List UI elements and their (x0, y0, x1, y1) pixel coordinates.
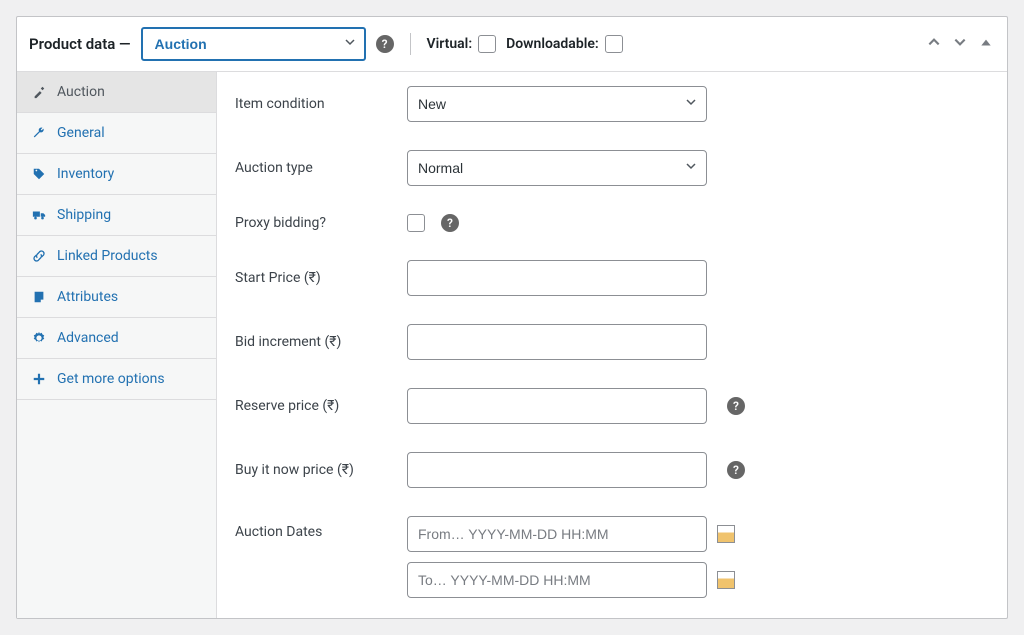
bid-increment-label: Bid increment (₹) (235, 334, 395, 350)
downloadable-checkbox[interactable] (605, 35, 623, 53)
auction-type-row: Auction type Normal (235, 150, 989, 186)
reserve-price-label: Reserve price (₹) (235, 398, 395, 414)
virtual-checkbox[interactable] (478, 35, 496, 53)
calendar-icon[interactable] (717, 571, 735, 589)
auction-date-from-input[interactable] (407, 516, 707, 552)
bid-increment-input[interactable] (407, 324, 707, 360)
tab-get-more-options[interactable]: Get more options (17, 359, 216, 400)
tab-label: Attributes (57, 289, 118, 305)
tab-inventory[interactable]: Inventory (17, 154, 216, 195)
proxy-bidding-checkbox[interactable] (407, 214, 425, 232)
auction-type-select[interactable]: Normal (407, 150, 707, 186)
help-icon[interactable]: ? (727, 461, 745, 479)
toggle-icon[interactable] (977, 33, 995, 55)
tab-auction[interactable]: Auction (17, 72, 216, 113)
start-price-label: Start Price (₹) (235, 270, 395, 286)
downloadable-label: Downloadable: (506, 36, 599, 52)
product-type-select[interactable]: Auction (141, 27, 366, 61)
auction-type-label: Auction type (235, 160, 395, 176)
reserve-price-input[interactable] (407, 388, 707, 424)
proxy-bidding-row: Proxy bidding? ? (235, 214, 989, 232)
tab-label: General (57, 125, 105, 141)
virtual-label: Virtual: (427, 36, 473, 52)
tab-label: Inventory (57, 166, 114, 182)
start-price-row: Start Price (₹) (235, 260, 989, 296)
proxy-bidding-label: Proxy bidding? (235, 215, 395, 231)
start-price-input[interactable] (407, 260, 707, 296)
hammer-icon (31, 85, 47, 99)
downloadable-checkbox-label[interactable]: Downloadable: (506, 35, 623, 53)
tag-icon (31, 167, 47, 181)
panel-body: Auction General Inventory Shipping (17, 72, 1007, 618)
product-data-tabs: Auction General Inventory Shipping (17, 72, 217, 618)
auction-date-to-input[interactable] (407, 562, 707, 598)
tab-attributes[interactable]: Attributes (17, 277, 216, 318)
tab-general[interactable]: General (17, 113, 216, 154)
tab-linked-products[interactable]: Linked Products (17, 236, 216, 277)
panel-handle-controls (925, 33, 995, 55)
tab-label: Auction (57, 84, 105, 100)
plus-icon (31, 372, 47, 386)
panel-header: Product data — Auction ? Virtual: Downlo… (17, 17, 1007, 72)
item-condition-select[interactable]: New (407, 86, 707, 122)
calendar-icon[interactable] (717, 525, 735, 543)
link-icon (31, 249, 47, 263)
move-down-icon[interactable] (951, 33, 969, 55)
product-data-panel: Product data — Auction ? Virtual: Downlo… (16, 16, 1008, 619)
auction-dates-label: Auction Dates (235, 516, 395, 540)
wrench-icon (31, 126, 47, 140)
tab-label: Get more options (57, 371, 165, 387)
bid-increment-row: Bid increment (₹) (235, 324, 989, 360)
auction-dates-row: Auction Dates (235, 516, 989, 598)
truck-icon (31, 208, 47, 222)
reserve-price-row: Reserve price (₹) ? (235, 388, 989, 424)
tab-advanced[interactable]: Advanced (17, 318, 216, 359)
tab-label: Advanced (57, 330, 119, 346)
panel-title: Product data — (29, 35, 131, 53)
tab-label: Shipping (57, 207, 111, 223)
buy-now-price-row: Buy it now price (₹) ? (235, 452, 989, 488)
note-icon (31, 290, 47, 304)
tab-label: Linked Products (57, 248, 158, 264)
tab-shipping[interactable]: Shipping (17, 195, 216, 236)
buy-now-price-input[interactable] (407, 452, 707, 488)
auction-form: Item condition New Auction type Normal (217, 72, 1007, 618)
product-type-wrapper: Auction (141, 27, 366, 61)
help-icon[interactable]: ? (441, 214, 459, 232)
item-condition-row: Item condition New (235, 86, 989, 122)
item-condition-label: Item condition (235, 96, 395, 112)
divider (410, 33, 411, 55)
move-up-icon[interactable] (925, 33, 943, 55)
virtual-checkbox-label[interactable]: Virtual: (427, 35, 497, 53)
buy-now-price-label: Buy it now price (₹) (235, 462, 395, 478)
help-icon[interactable]: ? (727, 397, 745, 415)
help-icon[interactable]: ? (376, 35, 394, 53)
gear-icon (31, 331, 47, 345)
